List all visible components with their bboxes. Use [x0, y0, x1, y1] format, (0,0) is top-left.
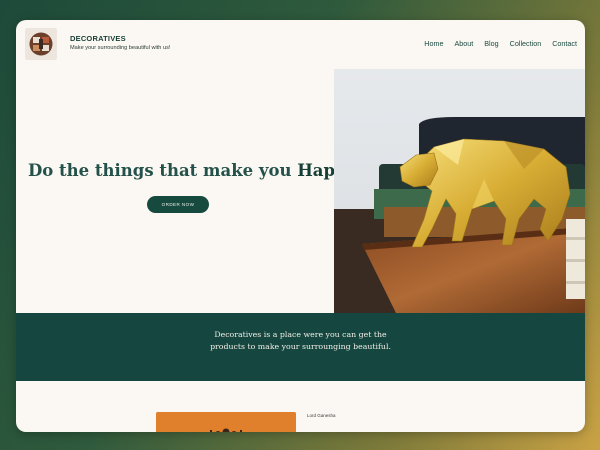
about-line-1: Decoratives is a place were you can get … — [214, 330, 387, 339]
nav-about[interactable]: About — [454, 39, 473, 48]
brand-logo[interactable] — [25, 28, 57, 60]
about-text: Decoratives is a place were you can get … — [16, 329, 585, 353]
browser-page: DECORATIVES Make your surrounding beauti… — [16, 20, 585, 432]
product-label: Lord Ganesha — [307, 413, 336, 418]
brand-tagline: Make your surrounding beautiful with us! — [70, 45, 171, 51]
site-header: DECORATIVES Make your surrounding beauti… — [16, 20, 585, 68]
hero-title: Do the things that make you Happy. — [28, 161, 362, 180]
product-description-placeholder — [307, 430, 387, 432]
brand-block: DECORATIVES Make your surrounding beauti… — [70, 34, 170, 51]
product-image-lord-ganesha[interactable] — [156, 412, 296, 432]
about-band: Decoratives is a place were you can get … — [16, 313, 585, 381]
nav-home[interactable]: Home — [424, 39, 443, 48]
main-nav: Home About Blog Collection Contact — [424, 39, 577, 48]
nav-blog[interactable]: Blog — [484, 39, 498, 48]
order-now-button[interactable]: ORDER NOW — [147, 196, 209, 213]
hero-title-prefix: Do the things that make you — [28, 161, 298, 180]
brand-name[interactable]: DECORATIVES — [70, 34, 170, 43]
nav-contact[interactable]: Contact — [552, 39, 577, 48]
hero-image-gold-panther — [334, 69, 585, 313]
hero-section: Do the things that make you Happy. ORDER… — [16, 69, 362, 313]
nav-collection[interactable]: Collection — [510, 39, 542, 48]
about-line-2: products to make your surrounging beauti… — [210, 342, 391, 351]
